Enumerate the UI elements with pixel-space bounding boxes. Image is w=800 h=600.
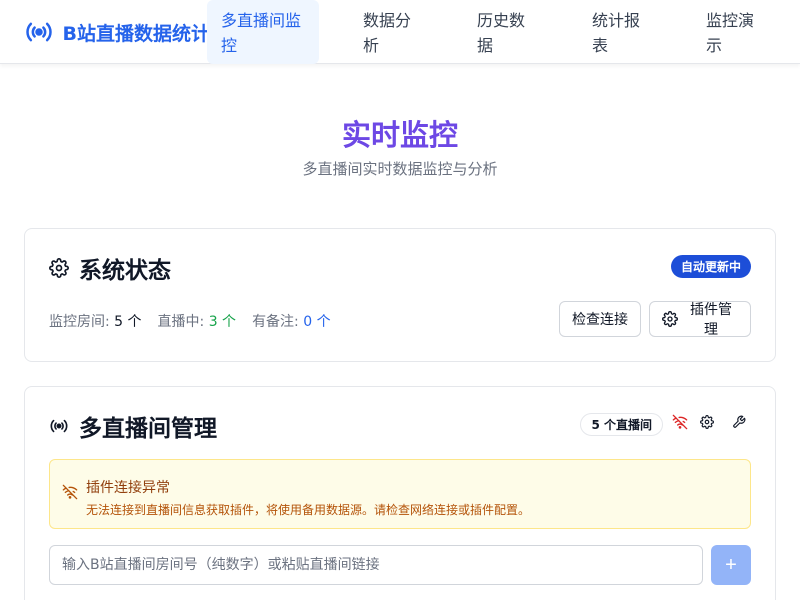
room-count-badge: 5 个直播间 bbox=[580, 413, 663, 436]
wrench-icon[interactable] bbox=[730, 413, 748, 431]
nav-label-line2: 控 bbox=[221, 36, 238, 55]
plus-icon: + bbox=[725, 553, 737, 576]
broadcast-icon bbox=[49, 416, 69, 436]
nav-item-data-analysis[interactable]: 数据分 析 bbox=[349, 0, 441, 64]
nav-label-line1: 统计报 bbox=[592, 11, 641, 30]
stat-value: 5 个 bbox=[114, 314, 142, 330]
stat-monitored-rooms: 监控房间: 5 个 bbox=[49, 311, 142, 331]
button-label: 插件管理 bbox=[690, 301, 732, 337]
plugin-manage-button[interactable]: 插件管理 bbox=[649, 301, 751, 337]
add-room-button[interactable]: + bbox=[711, 545, 751, 585]
stat-label: 直播中: bbox=[157, 314, 205, 330]
stat-noted-rooms: 有备注: 0 个 bbox=[252, 311, 331, 331]
status-stats: 监控房间: 5 个 直播中: 3 个 有备注: 0 个 bbox=[49, 311, 331, 331]
top-navbar: B站直播数据统计 多直播间监 控 数据分 析 历史数 据 统计报 表 监控演 示 bbox=[0, 0, 800, 64]
card-title: 多直播间管理 bbox=[79, 416, 217, 442]
nav-item-reports[interactable]: 统计报 表 bbox=[578, 0, 670, 64]
nav-item-monitor-demo[interactable]: 监控演 示 bbox=[692, 0, 784, 64]
card-header: 多直播间管理 bbox=[49, 409, 217, 443]
page-subtitle: 多直播间实时数据监控与分析 bbox=[302, 160, 498, 178]
card-header: 系统状态 bbox=[49, 251, 171, 285]
stat-label: 有备注: bbox=[252, 314, 299, 330]
stat-label: 监控房间: bbox=[49, 314, 110, 330]
nav-label-line1: 监控演 bbox=[706, 11, 755, 30]
nav-label-line2: 示 bbox=[706, 36, 723, 55]
wifi-off-icon bbox=[62, 484, 78, 500]
nav-label-line2: 据 bbox=[477, 36, 494, 55]
nav-item-history[interactable]: 历史数 据 bbox=[463, 0, 555, 64]
stat-live-rooms: 直播中: 3 个 bbox=[158, 311, 237, 331]
gear-icon bbox=[662, 311, 678, 327]
brand-title: B站直播数据统计 bbox=[62, 22, 210, 45]
system-status-card: 系统状态 自动更新中 监控房间: 5 个 直播中: 3 个 有备注: 0 个 检… bbox=[24, 228, 776, 362]
page-title: 实时监控 bbox=[341, 118, 458, 152]
room-management-card: 多直播间管理 5 个直播间 插件连接异常 无法连接到直播间信息获取插件，将使用备… bbox=[24, 386, 776, 600]
alert-title: 插件连接异常 bbox=[86, 480, 170, 496]
check-connection-button[interactable]: 检查连接 bbox=[559, 301, 641, 337]
nav-label-line1: 多直播间监 bbox=[221, 11, 302, 30]
button-label: 检查连接 bbox=[572, 311, 628, 327]
auto-update-badge: 自动更新中 bbox=[670, 255, 751, 278]
stat-value: 0 个 bbox=[303, 314, 331, 330]
brand[interactable]: B站直播数据统计 bbox=[24, 0, 210, 64]
nav-label-line2: 表 bbox=[592, 36, 609, 55]
broadcast-icon bbox=[24, 16, 55, 48]
stat-value: 3 个 bbox=[208, 314, 237, 330]
gear-icon[interactable] bbox=[698, 413, 716, 431]
card-title: 系统状态 bbox=[79, 258, 171, 284]
nav-label-line2: 析 bbox=[363, 36, 380, 55]
gear-icon bbox=[49, 258, 69, 278]
nav-item-multi-monitor[interactable]: 多直播间监 控 bbox=[207, 0, 319, 64]
plugin-error-alert: 插件连接异常 无法连接到直播间信息获取插件，将使用备用数据源。请检查网络连接或插… bbox=[49, 459, 751, 529]
room-id-input[interactable] bbox=[49, 545, 703, 585]
nav-label-line1: 历史数 bbox=[477, 11, 526, 30]
wifi-off-icon[interactable] bbox=[671, 413, 689, 431]
nav-label-line1: 数据分 bbox=[363, 11, 412, 30]
alert-message: 无法连接到直播间信息获取插件，将使用备用数据源。请检查网络连接或插件配置。 bbox=[86, 503, 531, 517]
